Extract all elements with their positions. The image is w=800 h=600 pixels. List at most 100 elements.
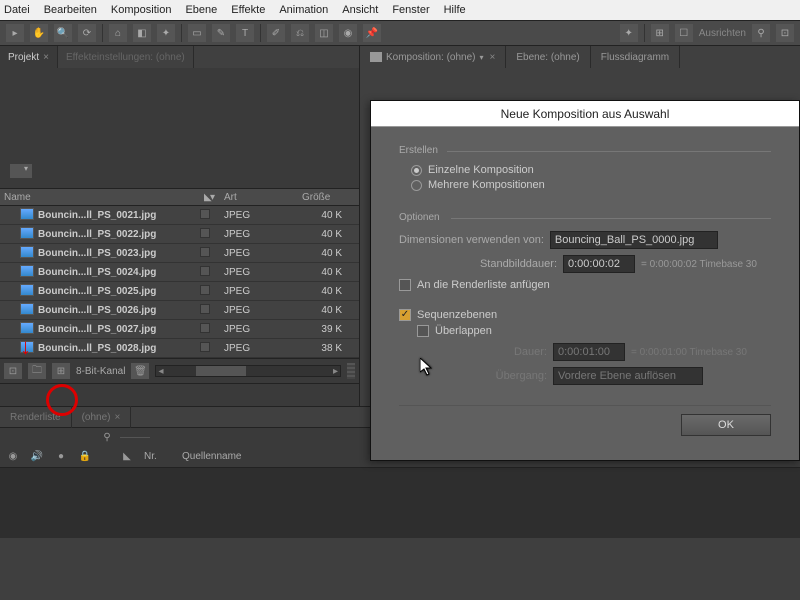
workspace-icon[interactable]: ⊡ xyxy=(776,24,794,42)
col-type[interactable]: Art xyxy=(224,192,237,203)
roto-tool-icon[interactable]: ◉ xyxy=(339,24,357,42)
color-label-icon[interactable] xyxy=(200,285,210,295)
checkbox-icon[interactable]: ☐ xyxy=(675,24,693,42)
zoom-tool-icon[interactable]: 🔍 xyxy=(54,24,72,42)
trash-icon[interactable]: 🗑 xyxy=(131,363,149,379)
project-file-list: Bouncin...ll_PS_0021.jpgJPEG40 K Bouncin… xyxy=(0,206,359,358)
new-folder-icon[interactable]: 🗀 xyxy=(28,363,46,379)
tab-none[interactable]: (ohne)× xyxy=(72,406,132,428)
brush-tool-icon[interactable]: ✐ xyxy=(267,24,285,42)
checkbox-sequence-layers[interactable]: Sequenzebenen xyxy=(399,309,771,321)
tab-effect-settings[interactable]: Effekteinstellungen: (ohne) xyxy=(58,46,194,68)
axis-icon[interactable]: ✦ xyxy=(620,24,638,42)
jpeg-file-icon xyxy=(20,246,34,258)
camera-tool-icon[interactable]: ⌂ xyxy=(109,24,127,42)
menu-effekte[interactable]: Effekte xyxy=(231,4,265,16)
label-still-duration: Standbilddauer: xyxy=(399,258,557,270)
col-size[interactable]: Größe xyxy=(298,192,348,203)
hint-still-duration: = 0:00:00:02 Timebase 30 xyxy=(641,259,757,270)
menu-ansicht[interactable]: Ansicht xyxy=(342,4,378,16)
eraser-tool-icon[interactable]: ◫ xyxy=(315,24,333,42)
menu-hilfe[interactable]: Hilfe xyxy=(444,4,466,16)
col-sourcename[interactable]: Quellenname xyxy=(182,451,302,462)
table-row[interactable]: Bouncin...ll_PS_0028.jpgJPEG38 K xyxy=(0,339,359,358)
table-row[interactable]: Bouncin...ll_PS_0025.jpgJPEG40 K xyxy=(0,282,359,301)
project-filter-dropdown[interactable] xyxy=(10,164,32,178)
table-row[interactable]: Bouncin...ll_PS_0021.jpgJPEG40 K xyxy=(0,206,359,225)
color-label-icon[interactable] xyxy=(200,266,210,276)
menu-komposition[interactable]: Komposition xyxy=(111,4,172,16)
input-still-duration[interactable]: 0:00:00:02 xyxy=(563,255,635,273)
dropdown-transition: Vordere Ebene auflösen xyxy=(553,367,703,385)
table-row[interactable]: Bouncin...ll_PS_0023.jpgJPEG40 K xyxy=(0,244,359,263)
menu-ebene[interactable]: Ebene xyxy=(185,4,217,16)
timeline-body[interactable] xyxy=(0,468,800,538)
table-row[interactable]: Bouncin...ll_PS_0027.jpgJPEG39 K xyxy=(0,320,359,339)
tab-layer[interactable]: Ebene: (ohne) xyxy=(506,46,590,68)
table-row[interactable]: Bouncin...ll_PS_0024.jpgJPEG40 K xyxy=(0,263,359,282)
color-label-icon[interactable] xyxy=(200,209,210,219)
chevron-down-icon[interactable]: ▾ xyxy=(480,53,484,62)
checkbox-overlap[interactable]: Überlappen xyxy=(417,325,771,337)
horizontal-scrollbar[interactable]: ◂▸ xyxy=(155,365,341,377)
anchor-tool-icon[interactable]: ✦ xyxy=(157,24,175,42)
rotate-tool-icon[interactable]: ⟳ xyxy=(78,24,96,42)
search-icon[interactable]: ⚲ xyxy=(100,430,114,444)
hand-tool-icon[interactable]: ✋ xyxy=(30,24,48,42)
color-label-icon[interactable] xyxy=(200,247,210,257)
checkbox-add-renderlist[interactable]: An die Renderliste anfügen xyxy=(399,279,771,291)
bit-depth-label[interactable]: 8-Bit-Kanal xyxy=(76,366,125,377)
shape-tool-icon[interactable]: ▭ xyxy=(188,24,206,42)
align-label[interactable]: Ausrichten xyxy=(699,28,746,39)
pin-tool-icon[interactable]: 📌 xyxy=(363,24,381,42)
jpeg-file-icon xyxy=(20,284,34,296)
close-icon[interactable]: × xyxy=(43,52,49,63)
stamp-tool-icon[interactable]: ⎌ xyxy=(291,24,309,42)
dialog-title: Neue Komposition aus Auswahl xyxy=(371,101,799,127)
new-comp-icon[interactable]: ⊞ xyxy=(52,363,70,379)
tab-project[interactable]: Projekt× xyxy=(0,46,58,68)
tab-renderlist[interactable]: Renderliste xyxy=(0,406,72,428)
search-icon[interactable]: ⚲ xyxy=(752,24,770,42)
color-label-icon[interactable] xyxy=(200,304,210,314)
radio-multi-comp[interactable]: Mehrere Kompositionen xyxy=(411,179,771,191)
dropdown-dims-from[interactable]: Bouncing_Ball_PS_0000.jpg xyxy=(550,231,718,249)
separator xyxy=(181,24,182,42)
selection-tool-icon[interactable]: ▸ xyxy=(6,24,24,42)
pen-tool-icon[interactable]: ✎ xyxy=(212,24,230,42)
jpeg-file-icon xyxy=(20,265,34,277)
label-icon[interactable]: ◣ xyxy=(120,450,134,464)
solo-icon[interactable]: ● xyxy=(54,450,68,464)
radio-single-comp[interactable]: Einzelne Komposition xyxy=(411,164,771,176)
color-label-icon[interactable] xyxy=(200,228,210,238)
label-dims-from: Dimensionen verwenden von: xyxy=(399,234,544,246)
interpret-footage-icon[interactable]: ⊡ xyxy=(4,363,22,379)
ok-button[interactable]: OK xyxy=(681,414,771,436)
menu-bearbeiten[interactable]: Bearbeiten xyxy=(44,4,97,16)
tab-flowchart[interactable]: Flussdiagramm xyxy=(591,46,680,68)
menu-datei[interactable]: Datei xyxy=(4,4,30,16)
color-label-icon[interactable] xyxy=(200,323,210,333)
menu-fenster[interactable]: Fenster xyxy=(392,4,429,16)
text-tool-icon[interactable]: T xyxy=(236,24,254,42)
group-options: Optionen xyxy=(399,212,771,223)
project-panel-footer: ⊡ 🗀 ⊞ 8-Bit-Kanal 🗑 ◂▸ xyxy=(0,358,359,384)
col-name[interactable]: Name xyxy=(0,192,200,203)
jpeg-file-icon xyxy=(20,303,34,315)
tab-composition[interactable]: Komposition: (ohne)▾× xyxy=(360,46,506,68)
snap-icon[interactable]: ⊞ xyxy=(651,24,669,42)
eye-icon[interactable]: ◉ xyxy=(6,450,20,464)
label-duration: Dauer: xyxy=(417,346,547,358)
menu-animation[interactable]: Animation xyxy=(279,4,328,16)
pan-tool-icon[interactable]: ◧ xyxy=(133,24,151,42)
col-nr[interactable]: Nr. xyxy=(144,451,172,462)
table-row[interactable]: Bouncin...ll_PS_0022.jpgJPEG40 K xyxy=(0,225,359,244)
table-row[interactable]: Bouncin...ll_PS_0026.jpgJPEG40 K xyxy=(0,301,359,320)
speaker-icon[interactable]: 🔊 xyxy=(30,450,44,464)
lock-icon[interactable]: 🔒 xyxy=(78,450,92,464)
main-toolbar: ▸ ✋ 🔍 ⟳ ⌂ ◧ ✦ ▭ ✎ T ✐ ⎌ ◫ ◉ 📌 ✦ ⊞ ☐ Ausr… xyxy=(0,20,800,46)
project-column-header[interactable]: Name ◣ ▾Art Größe xyxy=(0,188,359,206)
color-label-icon[interactable] xyxy=(200,342,210,352)
resize-handle-icon[interactable] xyxy=(347,363,355,379)
project-panel: Projekt× Effekteinstellungen: (ohne) Nam… xyxy=(0,46,360,406)
